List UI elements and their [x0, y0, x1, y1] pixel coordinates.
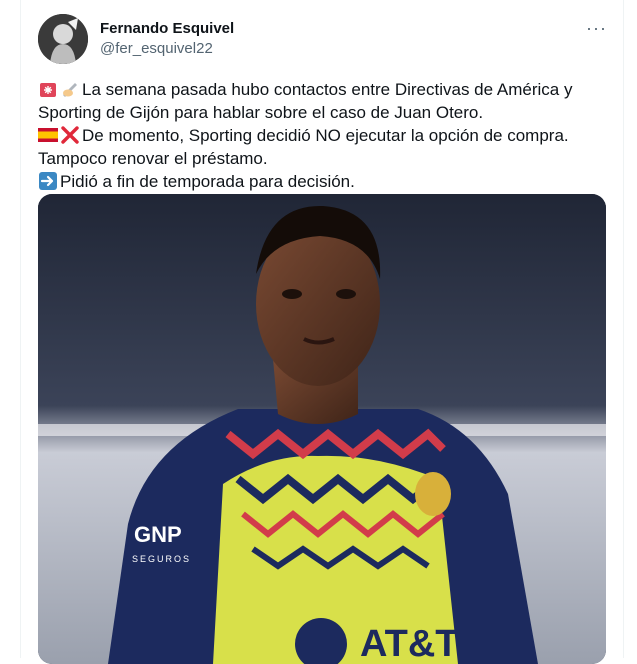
siren-icon: [40, 83, 56, 97]
tweet-line-1: La semana pasada hubo contactos entre Di…: [38, 78, 608, 101]
tweet-line-2: Sporting de Gijón para hablar sobre el c…: [38, 103, 484, 122]
spain-flag-icon: [38, 128, 58, 142]
sleeve-sponsor-sub: SEGUROS: [132, 554, 191, 564]
avatar[interactable]: [38, 14, 88, 64]
sleeve-sponsor: GNP: [134, 522, 182, 547]
author-handle[interactable]: @fer_esquivel22: [100, 40, 213, 57]
right-arrow-icon: [39, 172, 57, 190]
cross-mark-icon: [61, 126, 79, 144]
author-name[interactable]: Fernando Esquivel: [100, 20, 234, 37]
player-photo: GNP SEGUROS AT&T: [38, 194, 606, 664]
more-horizontal-icon[interactable]: ···: [586, 18, 607, 39]
tweet-line-3: De momento, Sporting decidió NO ejecutar…: [38, 124, 608, 147]
tweet-text: La semana pasada hubo contactos entre Di…: [38, 78, 608, 193]
writing-hand-icon: [63, 83, 77, 97]
tweet-line-4: Tampoco renovar el préstamo.: [38, 149, 268, 168]
tweet-line-5: Pidió a fin de temporada para decisión.: [38, 170, 608, 193]
tweet-photo[interactable]: GNP SEGUROS AT&T: [38, 194, 606, 664]
